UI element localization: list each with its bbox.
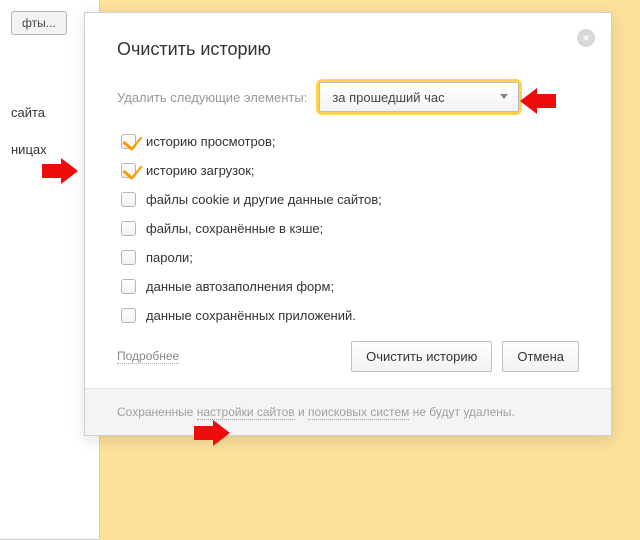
options-list: историю просмотров; историю загрузок; файл…	[121, 134, 579, 323]
option-row: данные сохранённых приложений.	[121, 308, 579, 323]
arrow-annotation-clear-button	[194, 420, 230, 446]
cancel-button[interactable]: Отмена	[502, 341, 579, 372]
option-row: пароли;	[121, 250, 579, 265]
footer-link-site-settings[interactable]: настройки сайтов	[197, 405, 295, 420]
option-row: файлы, сохранённые в кэше;	[121, 221, 579, 236]
period-select[interactable]: за прошедший час	[319, 82, 519, 112]
option-row: историю загрузок;	[121, 163, 579, 178]
option-checkbox[interactable]	[121, 279, 136, 294]
clear-history-dialog: × Очистить историю Удалить следующие эле…	[84, 12, 612, 436]
dialog-title: Очистить историю	[117, 39, 579, 60]
background-text-1: сайта	[11, 105, 79, 120]
option-checkbox[interactable]	[121, 221, 136, 236]
arrow-annotation-checkboxes	[42, 158, 78, 184]
close-icon[interactable]: ×	[577, 29, 595, 47]
period-label: Удалить следующие элементы:	[117, 90, 307, 105]
footer-text-prefix: Сохраненные	[117, 405, 197, 419]
option-label: данные автозаполнения форм;	[146, 279, 334, 294]
background-text-2: ницах	[11, 142, 79, 157]
chevron-down-icon	[500, 94, 508, 99]
option-checkbox[interactable]	[121, 250, 136, 265]
dialog-footer: Сохраненные настройки сайтов и поисковых…	[85, 388, 611, 435]
arrow-annotation-period	[520, 88, 556, 114]
footer-text-mid: и	[295, 405, 308, 419]
option-label: историю загрузок;	[146, 163, 255, 178]
option-label: историю просмотров;	[146, 134, 275, 149]
dialog-actions: Подробнее Очистить историю Отмена	[117, 341, 579, 372]
option-label: данные сохранённых приложений.	[146, 308, 356, 323]
option-row: данные автозаполнения форм;	[121, 279, 579, 294]
period-row: Удалить следующие элементы: за прошедший…	[117, 82, 579, 112]
option-checkbox[interactable]	[121, 163, 136, 178]
footer-text-suffix: не будут удалены.	[409, 405, 515, 419]
option-label: файлы cookie и другие данные сайтов;	[146, 192, 382, 207]
footer-link-search-engines[interactable]: поисковых систем	[308, 405, 409, 420]
clear-history-button[interactable]: Очистить историю	[351, 341, 492, 372]
option-checkbox[interactable]	[121, 192, 136, 207]
period-select-value: за прошедший час	[332, 90, 444, 105]
option-checkbox[interactable]	[121, 308, 136, 323]
more-link[interactable]: Подробнее	[117, 349, 179, 364]
background-fonts-button[interactable]: фты...	[11, 11, 67, 35]
option-checkbox[interactable]	[121, 134, 136, 149]
option-label: пароли;	[146, 250, 193, 265]
period-select-highlight: за прошедший час	[319, 82, 519, 112]
option-row: файлы cookie и другие данные сайтов;	[121, 192, 579, 207]
option-row: историю просмотров;	[121, 134, 579, 149]
option-label: файлы, сохранённые в кэше;	[146, 221, 323, 236]
